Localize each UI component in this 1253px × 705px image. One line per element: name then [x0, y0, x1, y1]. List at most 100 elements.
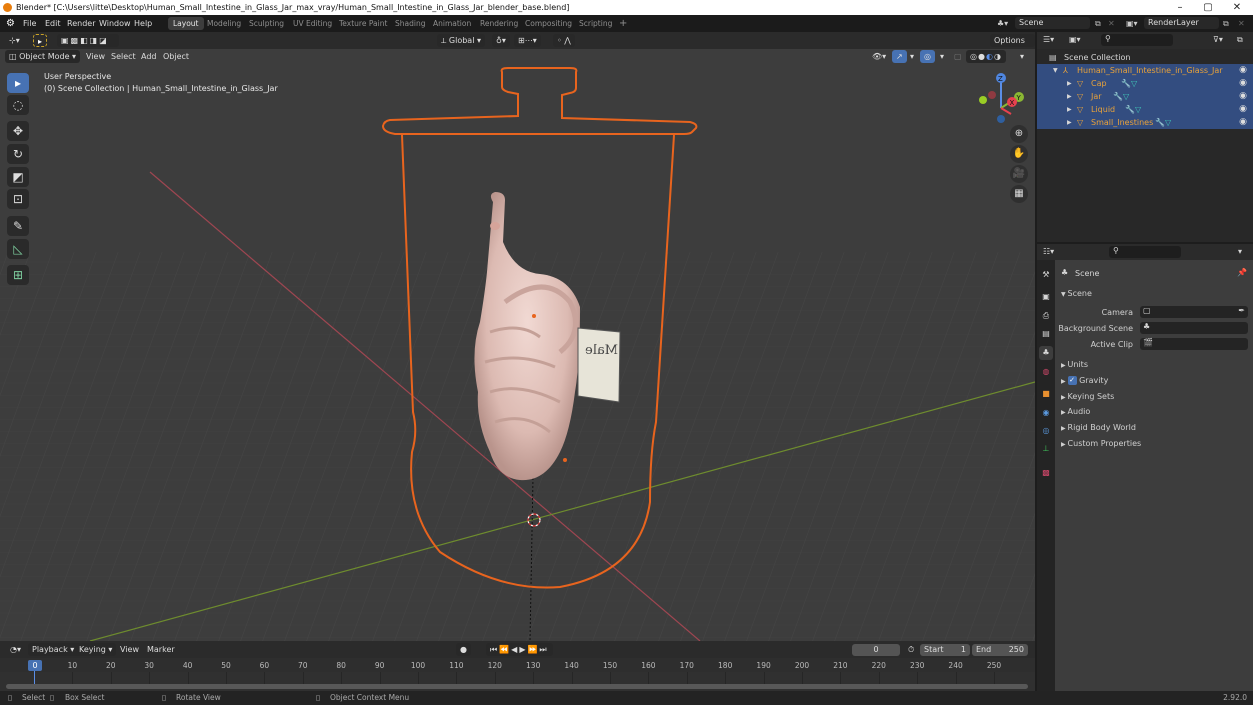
snap-dropdown[interactable]: ⊞⋯▾	[514, 34, 541, 47]
camera-field[interactable]: ▢ ✒	[1140, 306, 1248, 318]
minimize-button[interactable]: –	[1166, 0, 1194, 15]
tool-move[interactable]: ✥	[7, 121, 29, 141]
gravity-section[interactable]: ▶ ✓ Gravity	[1061, 374, 1108, 387]
visibility-eye-icon[interactable]: ◉	[1239, 90, 1247, 103]
menu-edit[interactable]: Edit	[45, 15, 61, 32]
display-mode-icon[interactable]: ☰▾	[1043, 35, 1054, 44]
tab-object[interactable]: ■	[1039, 387, 1053, 401]
menu-add[interactable]: Add	[137, 50, 161, 63]
options-dropdown[interactable]: Options ▾	[990, 34, 1035, 58]
tab-tool[interactable]: ⚒	[1039, 268, 1053, 282]
mode-dropdown[interactable]: ◫ Object Mode ▾	[5, 50, 81, 63]
outliner-object-row[interactable]: ▶ ▽ Liquid 🔧 ▽ ◉	[1037, 103, 1253, 116]
outliner-scene-collection[interactable]: ▤ Scene Collection	[1037, 51, 1253, 64]
new-collection-icon[interactable]: ⧉	[1237, 35, 1243, 45]
expand-arrow-icon[interactable]: ▶	[1067, 116, 1072, 129]
view-layer-icon[interactable]: ▣▾	[1126, 15, 1138, 32]
menu-select[interactable]: Select	[107, 50, 140, 63]
delete-view-layer-icon[interactable]: ✕	[1238, 15, 1245, 32]
overlay-toggle[interactable]: ◎	[920, 50, 935, 63]
tool-annotate[interactable]: ✎	[7, 216, 29, 236]
delete-scene-icon[interactable]: ✕	[1108, 15, 1115, 32]
tab-animation[interactable]: Animation	[428, 17, 476, 30]
scene-panel-header[interactable]: ▼ Scene	[1061, 287, 1092, 300]
menu-marker[interactable]: Marker	[143, 643, 179, 656]
visibility-eye-icon[interactable]: ◉	[1239, 64, 1247, 77]
tool-cursor[interactable]: ◌	[7, 95, 29, 115]
pivot-point-dropdown[interactable]: ♁▾	[492, 34, 510, 47]
expand-arrow-icon[interactable]: ▶	[1067, 77, 1072, 90]
tab-world[interactable]: ◍	[1039, 365, 1053, 379]
units-section[interactable]: ▶ Units	[1061, 358, 1088, 371]
outliner-collection-row[interactable]: ▼ ⅄ Human_Small_Intestine_in_Glass_Jar ◉	[1037, 64, 1253, 77]
tab-render[interactable]: ▣	[1039, 290, 1053, 304]
scene-selector[interactable]: Scene	[1015, 17, 1090, 29]
visibility-eye-icon[interactable]: ◉	[1239, 77, 1247, 90]
playback-dropdown[interactable]: Playback ▾	[28, 643, 79, 656]
playhead[interactable]: 0	[28, 660, 42, 671]
rigid-body-world-section[interactable]: ▶ Rigid Body World	[1061, 421, 1136, 434]
maximize-button[interactable]: ▢	[1194, 0, 1222, 15]
outliner-object-row[interactable]: ▶ ▽ Cap 🔧 ▽ ◉	[1037, 77, 1253, 90]
selection-mode-buttons[interactable]: ▣▩◧◨◪	[57, 34, 119, 47]
shading-mode-buttons[interactable]: ◎●◐◑	[966, 50, 1006, 63]
keying-sets-section[interactable]: ▶ Keying Sets	[1061, 390, 1114, 403]
properties-search-input[interactable]: ⚲	[1109, 246, 1181, 258]
tab-compositing[interactable]: Compositing	[520, 17, 577, 30]
blender-menu-icon[interactable]: ⚙	[6, 15, 15, 32]
tab-uv-editing[interactable]: UV Editing	[288, 17, 337, 30]
visibility-eye-icon[interactable]: ◉	[1239, 116, 1247, 129]
tab-rendering[interactable]: Rendering	[475, 17, 523, 30]
audio-section[interactable]: ▶ Audio	[1061, 405, 1090, 418]
tab-constraints[interactable]: ⊥	[1039, 442, 1053, 456]
tool-scale[interactable]: ◩	[7, 167, 29, 187]
tool-add-cube[interactable]: ⊞	[7, 265, 29, 285]
menu-render[interactable]: Render	[67, 15, 95, 32]
menu-object[interactable]: Object	[159, 50, 193, 63]
tool-measure[interactable]: ◺	[7, 239, 29, 259]
keying-dropdown[interactable]: Keying ▾	[75, 643, 117, 656]
navigation-gizmo[interactable]: Z Y X	[979, 73, 1024, 123]
menu-view[interactable]: View	[116, 643, 143, 656]
expand-arrow-icon[interactable]: ▼	[1053, 64, 1058, 77]
playback-controls[interactable]: ⏮⏪◀▶⏩⏭	[486, 643, 553, 656]
tab-shading[interactable]: Shading	[390, 17, 430, 30]
3d-viewport[interactable]: Male Z Y X ⊹▾ ▸ ▣▩◧◨◪ ⟂ Global ▾ ♁▾ ⊞⋯▾ …	[0, 32, 1035, 641]
tab-sculpting[interactable]: Sculpting	[244, 17, 289, 30]
tab-texture[interactable]: ▩	[1039, 466, 1053, 480]
pan-view-icon[interactable]: ✋	[1010, 145, 1028, 163]
outliner-search-input[interactable]: ⚲	[1101, 34, 1173, 46]
overlay-dropdown[interactable]: ▾	[936, 50, 948, 63]
pin-icon[interactable]: 📌	[1237, 268, 1247, 277]
new-view-layer-icon[interactable]: ⧉	[1223, 15, 1229, 32]
transform-orientation-dropdown[interactable]: ⟂ Global ▾	[437, 34, 485, 47]
tab-physics[interactable]: ◎	[1039, 424, 1053, 438]
menu-view[interactable]: View	[82, 50, 109, 63]
scene-icon[interactable]: ♣▾	[997, 15, 1008, 32]
tab-layout[interactable]: Layout	[168, 17, 204, 30]
proportional-editing-button[interactable]: ◦ ⋀	[553, 34, 575, 47]
zoom-view-icon[interactable]: ⊕	[1010, 125, 1028, 143]
gizmo-toggle[interactable]: ↗	[892, 50, 907, 63]
timeline-scrollbar[interactable]	[6, 684, 1028, 689]
menu-help[interactable]: Help	[134, 15, 152, 32]
visibility-eye-icon[interactable]: ◉	[1239, 103, 1247, 116]
visibility-dropdown[interactable]: 👁▾	[868, 50, 890, 63]
menu-window[interactable]: Window	[99, 15, 131, 32]
filter-scene-icon[interactable]: ▣▾	[1069, 35, 1081, 44]
expand-arrow-icon[interactable]: ▶	[1067, 103, 1072, 116]
start-frame-field[interactable]: Start 1	[920, 644, 970, 656]
end-frame-field[interactable]: End 250	[972, 644, 1028, 656]
tab-modifiers[interactable]: ◉	[1039, 406, 1053, 420]
current-frame-field[interactable]: 0	[852, 644, 900, 656]
gravity-checkbox[interactable]: ✓	[1067, 376, 1077, 385]
view-layer-selector[interactable]: RenderLayer	[1144, 17, 1219, 29]
editor-type-icon[interactable]: ☷▾	[1043, 247, 1054, 256]
shading-dropdown[interactable]: ▾	[1016, 50, 1028, 63]
auto-keying-button[interactable]: ●	[456, 643, 471, 656]
new-scene-icon[interactable]: ⧉	[1095, 15, 1101, 32]
custom-properties-section[interactable]: ▶ Custom Properties	[1061, 437, 1141, 450]
tool-select-box[interactable]: ▸	[7, 73, 29, 93]
tool-rotate[interactable]: ↻	[7, 144, 29, 164]
add-workspace-button[interactable]: +	[614, 17, 632, 30]
